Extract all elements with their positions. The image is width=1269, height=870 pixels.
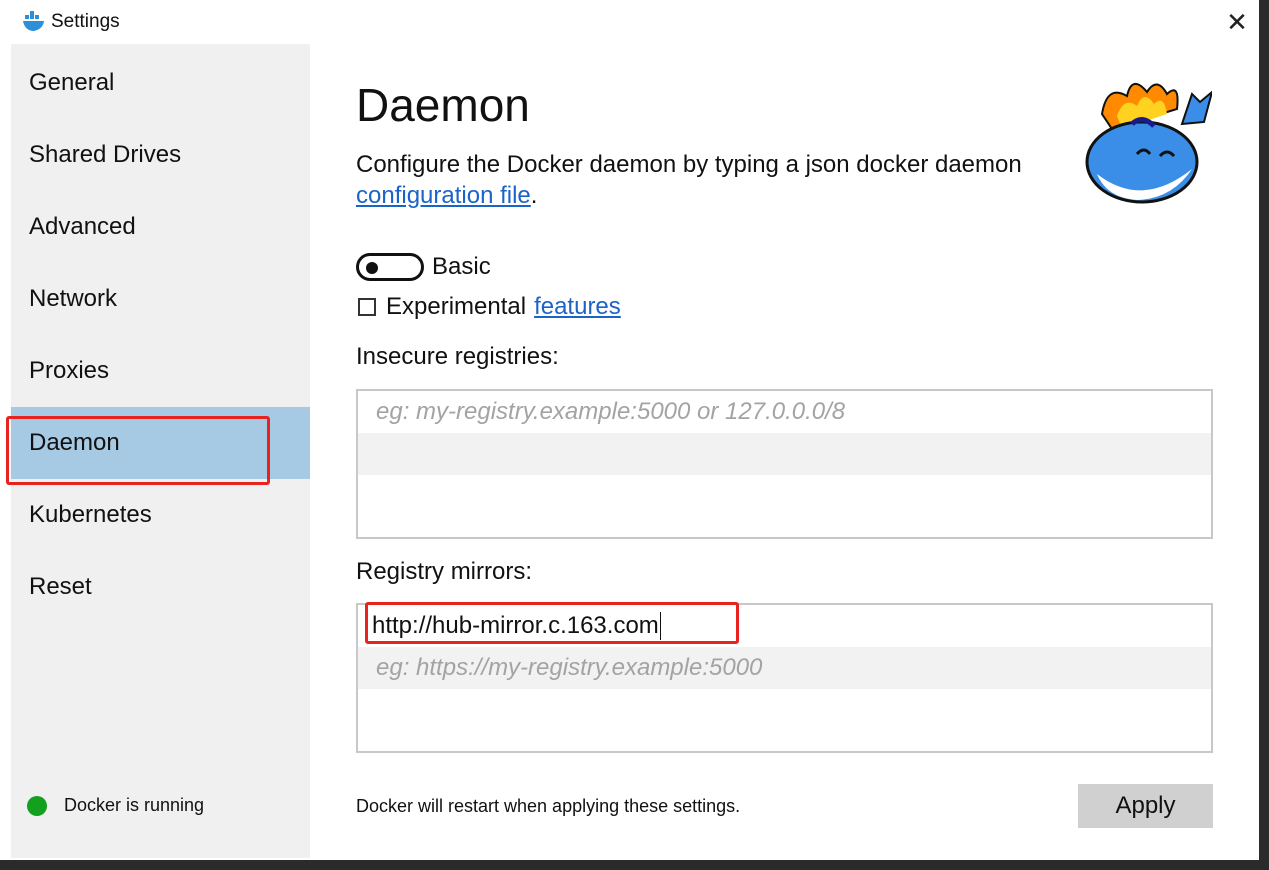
- sidebar-item-reset[interactable]: Reset: [11, 551, 310, 623]
- experimental-label: Experimental: [386, 293, 527, 320]
- main-panel: Daemon Configure the Docker daemon by ty…: [310, 44, 1259, 858]
- docker-status: Docker is running: [27, 795, 204, 816]
- background-bottom-edge: [0, 860, 1269, 870]
- experimental-row: Experimental features: [358, 293, 621, 321]
- registry-mirror-value: http://hub-mirror.c.163.com: [372, 612, 659, 639]
- close-icon: ✕: [1226, 6, 1248, 37]
- insecure-registries-placeholder: eg: my-registry.example:5000 or 127.0.0.…: [376, 398, 846, 425]
- toggle-label: Basic: [432, 253, 491, 280]
- list-item[interactable]: eg: my-registry.example:5000 or 127.0.0.…: [358, 391, 1211, 433]
- configuration-file-link[interactable]: configuration file: [356, 182, 531, 209]
- sidebar-item-label: Kubernetes: [29, 501, 152, 528]
- sidebar-item-proxies[interactable]: Proxies: [11, 335, 310, 407]
- sidebar-item-network[interactable]: Network: [11, 263, 310, 335]
- insecure-registries-list[interactable]: eg: my-registry.example:5000 or 127.0.0.…: [356, 389, 1213, 539]
- sidebar-item-general[interactable]: General: [11, 47, 310, 119]
- features-link[interactable]: features: [534, 293, 621, 321]
- sidebar-item-label: Shared Drives: [29, 141, 182, 168]
- registry-mirrors-placeholder: eg: https://my-registry.example:5000: [376, 654, 763, 681]
- sidebar-item-label: Advanced: [29, 213, 136, 240]
- sidebar-item-daemon[interactable]: Daemon: [11, 407, 310, 479]
- close-button[interactable]: ✕: [1215, 0, 1259, 44]
- page-title: Daemon: [356, 79, 530, 131]
- sidebar-item-kubernetes[interactable]: Kubernetes: [11, 479, 310, 551]
- sidebar-item-label: Network: [29, 285, 118, 312]
- text-caret: [659, 612, 661, 640]
- toggle-knob: [366, 262, 378, 274]
- registry-mirrors-label: Registry mirrors:: [356, 558, 533, 585]
- experimental-checkbox[interactable]: [358, 298, 376, 316]
- window-title: Settings: [51, 11, 120, 32]
- insecure-registries-label: Insecure registries:: [356, 343, 559, 370]
- sidebar-item-label: Proxies: [29, 357, 110, 384]
- settings-window: Settings ✕ General Shared Drives Advance…: [0, 0, 1260, 861]
- description-period: .: [530, 182, 538, 209]
- sidebar-item-label: Daemon: [29, 429, 120, 456]
- sidebar-item-label: General: [29, 69, 115, 96]
- sidebar-item-advanced[interactable]: Advanced: [11, 191, 310, 263]
- docker-app-icon: [23, 11, 44, 31]
- registry-mirrors-list[interactable]: http://hub-mirror.c.163.com eg: https://…: [356, 603, 1213, 753]
- status-indicator-icon: [27, 795, 47, 816]
- list-item: [358, 433, 1211, 475]
- status-text: Docker is running: [64, 795, 205, 815]
- description-text: Configure the Docker daemon by typing a …: [356, 151, 1022, 178]
- sidebar: General Shared Drives Advanced Network P…: [11, 44, 310, 858]
- sidebar-item-shared-drives[interactable]: Shared Drives: [11, 119, 310, 191]
- description: Configure the Docker daemon by typing a …: [356, 149, 1096, 211]
- background-window-edge: [1259, 0, 1269, 870]
- apply-button[interactable]: Apply: [1078, 784, 1213, 828]
- sidebar-item-label: Reset: [29, 573, 92, 600]
- docker-whale-flame-icon: [1085, 83, 1212, 204]
- title-bar: Settings ✕: [0, 0, 1259, 44]
- registry-mirror-entry[interactable]: http://hub-mirror.c.163.com: [358, 605, 1211, 647]
- list-item[interactable]: eg: https://my-registry.example:5000: [358, 647, 1211, 689]
- restart-note: Docker will restart when applying these …: [356, 796, 741, 816]
- basic-toggle-row: Basic: [356, 253, 491, 281]
- basic-mode-toggle[interactable]: [356, 253, 424, 281]
